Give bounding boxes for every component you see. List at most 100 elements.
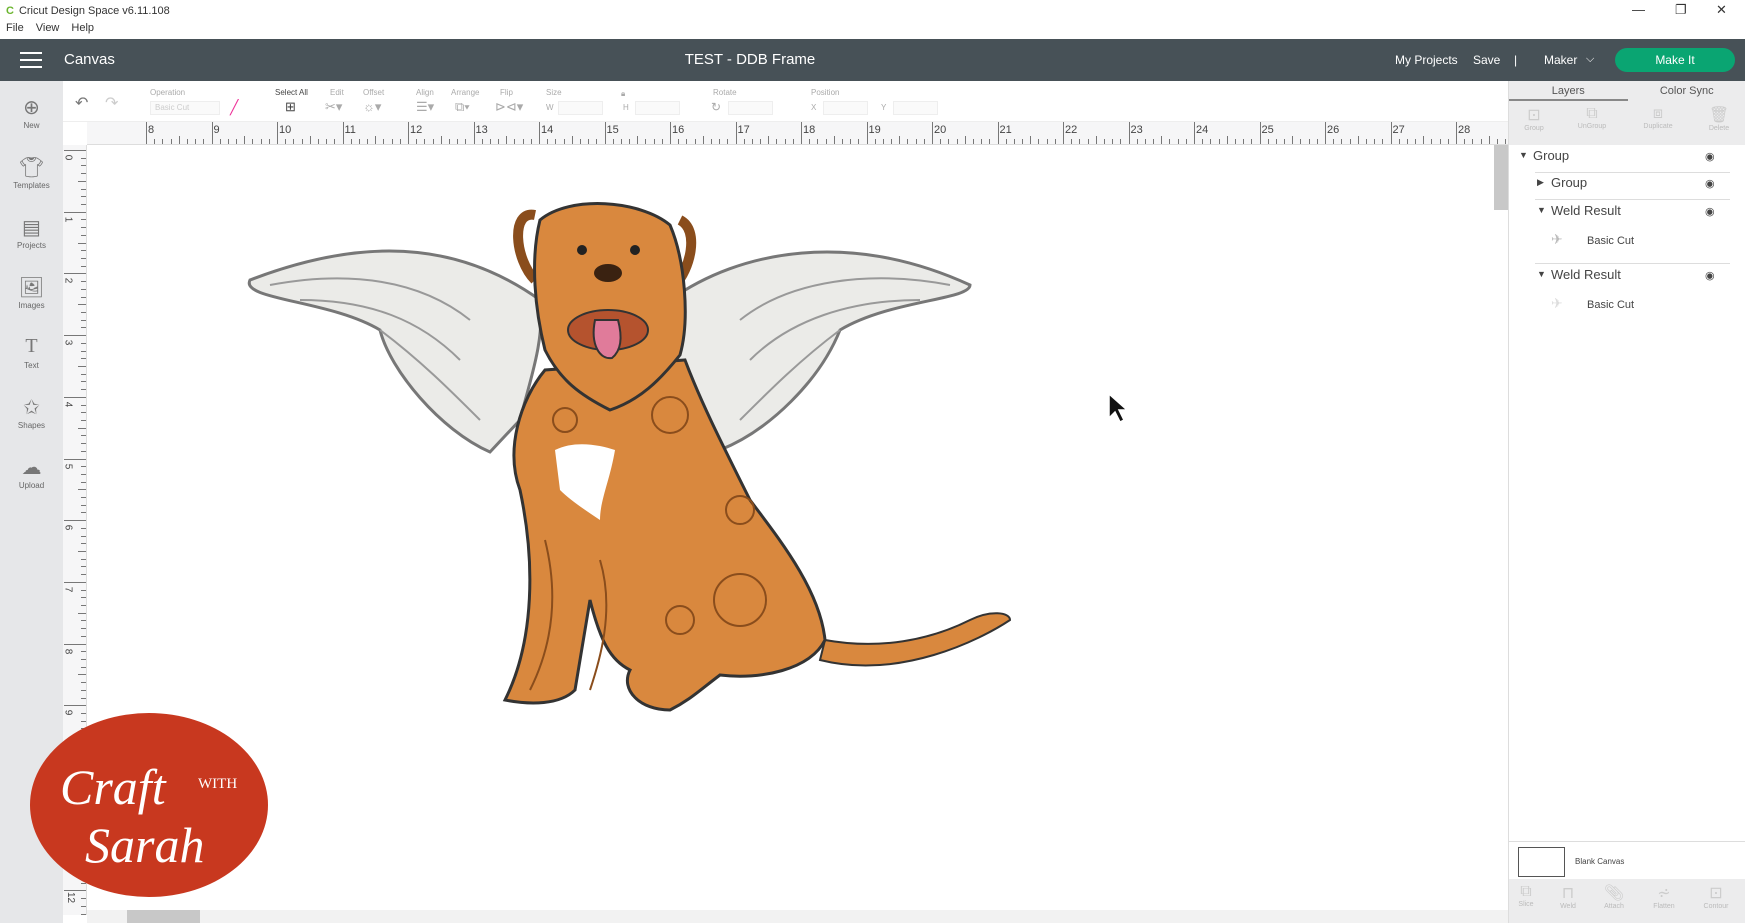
ungroup-icon: ⧉	[1586, 105, 1598, 122]
sidebar-label: Projects	[17, 241, 46, 250]
redo-icon[interactable]: ↷	[105, 93, 118, 113]
arrange-icon[interactable]: ⧉▾	[455, 99, 470, 115]
eye-icon[interactable]: ◉	[1705, 269, 1715, 282]
offset-label: Offset	[363, 88, 385, 97]
sidebar-item-shapes[interactable]: ✩ Shapes	[0, 395, 63, 430]
sidebar-item-text[interactable]: T Text	[0, 335, 63, 370]
svg-text:Sarah: Sarah	[85, 817, 204, 873]
menu-file[interactable]: File	[6, 22, 24, 39]
blank-canvas-swatch[interactable]	[1518, 847, 1565, 877]
tab-layers[interactable]: Layers	[1509, 81, 1628, 101]
dog-angel-artwork[interactable]	[88, 146, 1508, 910]
ruler-tick	[81, 203, 86, 205]
design-canvas[interactable]	[88, 146, 1508, 910]
edit-toolbar: ↶ ↷ Operation Basic Cut ╱ Select All ⊞ E…	[63, 81, 1508, 122]
align-icon[interactable]: ☰▾	[416, 99, 434, 115]
ruler-tick	[1365, 139, 1367, 144]
group-button[interactable]: ⊡ Group	[1509, 105, 1559, 132]
sidebar-label: Templates	[13, 181, 50, 190]
ruler-tick	[81, 558, 86, 560]
pen-color-icon[interactable]: ╱	[230, 99, 238, 116]
sidebar-item-upload[interactable]: ☁ Upload	[0, 455, 63, 490]
ruler-tick	[81, 327, 86, 329]
ruler-tick	[81, 404, 86, 406]
save-link[interactable]: Save	[1473, 53, 1500, 67]
x-label: X	[811, 103, 817, 112]
contour-button[interactable]: ⊡ Contour	[1691, 883, 1741, 910]
divider	[1535, 263, 1730, 264]
layer-group-child[interactable]: Group	[1551, 175, 1587, 190]
menu-help[interactable]: Help	[71, 22, 94, 39]
height-input[interactable]	[635, 101, 680, 115]
make-it-button[interactable]: Make It	[1615, 48, 1735, 72]
restore-button[interactable]: ❐	[1675, 2, 1687, 18]
ruler-tick	[81, 342, 86, 344]
ruler-tick	[170, 139, 172, 144]
y-input[interactable]	[893, 101, 938, 115]
ruler-tick	[1095, 136, 1097, 144]
caret-down-icon[interactable]: ▼	[1537, 269, 1546, 279]
sidebar-label: Text	[24, 361, 39, 370]
edit-icon[interactable]: ✂▾	[325, 99, 342, 115]
tab-color-sync[interactable]: Color Sync	[1628, 81, 1745, 101]
ruler-label: 14	[541, 124, 554, 136]
ruler-tick	[154, 139, 156, 144]
flip-icon[interactable]: ⊳⊲▾	[495, 99, 523, 115]
ruler-tick	[702, 136, 704, 144]
width-input[interactable]	[558, 101, 603, 115]
ruler-tick	[1505, 139, 1507, 144]
delete-button[interactable]: 🗑︎ Delete	[1694, 105, 1744, 132]
ruler-tick	[1308, 139, 1310, 144]
x-input[interactable]	[823, 101, 868, 115]
offset-icon[interactable]: ☼▾	[363, 99, 381, 115]
select-all-icon[interactable]: ⊞	[285, 99, 296, 115]
menu-view[interactable]: View	[36, 22, 60, 39]
ruler-tick	[1144, 139, 1146, 144]
ungroup-button[interactable]: ⧉ UnGroup	[1567, 105, 1617, 130]
ruler-tick	[579, 139, 581, 144]
sidebar-item-new[interactable]: ⊕ New	[0, 95, 63, 130]
ruler-tick	[1185, 139, 1187, 144]
layer-basic-cut[interactable]: Basic Cut	[1587, 299, 1634, 311]
ruler-tick	[1275, 139, 1277, 144]
attach-button[interactable]: 📎︎ Attach	[1589, 883, 1639, 910]
eye-icon[interactable]: ◉	[1705, 177, 1715, 190]
ruler-tick	[727, 139, 729, 144]
delete-label: Delete	[1708, 125, 1730, 132]
sidebar-item-projects[interactable]: ▤ Projects	[0, 215, 63, 250]
ruler-tick	[448, 139, 450, 144]
ruler-tick	[81, 196, 86, 198]
lock-icon[interactable]: 🔒︎	[621, 89, 625, 99]
chevron-down-icon[interactable]: ⌵	[1586, 53, 1594, 66]
sidebar-item-images[interactable]: 🖼︎ Images	[0, 275, 63, 310]
ruler-tick	[989, 139, 991, 144]
eye-icon[interactable]: ◉	[1705, 150, 1715, 163]
weld-button[interactable]: ⊓ Weld	[1543, 883, 1593, 910]
close-button[interactable]: ✕	[1716, 2, 1727, 18]
layer-weld-result[interactable]: Weld Result	[1551, 203, 1621, 218]
ruler-tick	[506, 136, 508, 144]
undo-icon[interactable]: ↶	[75, 93, 88, 113]
layer-weld-result[interactable]: Weld Result	[1551, 267, 1621, 282]
vertical-scrollbar[interactable]	[1494, 145, 1508, 210]
divider	[1535, 199, 1730, 200]
minimize-button[interactable]: —	[1632, 2, 1645, 17]
sidebar-item-templates[interactable]: 👕︎ Templates	[0, 155, 63, 190]
caret-right-icon[interactable]: ▶	[1537, 177, 1544, 188]
duplicate-button[interactable]: ⧈ Duplicate	[1633, 105, 1683, 130]
horizontal-scrollbar[interactable]	[127, 910, 200, 923]
caret-down-icon[interactable]: ▼	[1537, 205, 1546, 215]
ruler-tick	[539, 122, 540, 144]
rotate-input[interactable]	[728, 101, 773, 115]
eye-icon[interactable]: ◉	[1705, 205, 1715, 218]
y-label: Y	[881, 103, 887, 112]
layer-group[interactable]: Group	[1533, 148, 1569, 163]
operation-select[interactable]: Basic Cut	[150, 101, 220, 115]
machine-select[interactable]: Maker	[1544, 53, 1577, 67]
caret-down-icon[interactable]: ▼	[1519, 150, 1528, 160]
layer-basic-cut[interactable]: Basic Cut	[1587, 235, 1634, 247]
my-projects-link[interactable]: My Projects	[1395, 53, 1458, 67]
ruler-label: 23	[1130, 124, 1143, 136]
ruler-tick	[784, 139, 786, 144]
flatten-button[interactable]: ⩫ Flatten	[1639, 883, 1689, 910]
